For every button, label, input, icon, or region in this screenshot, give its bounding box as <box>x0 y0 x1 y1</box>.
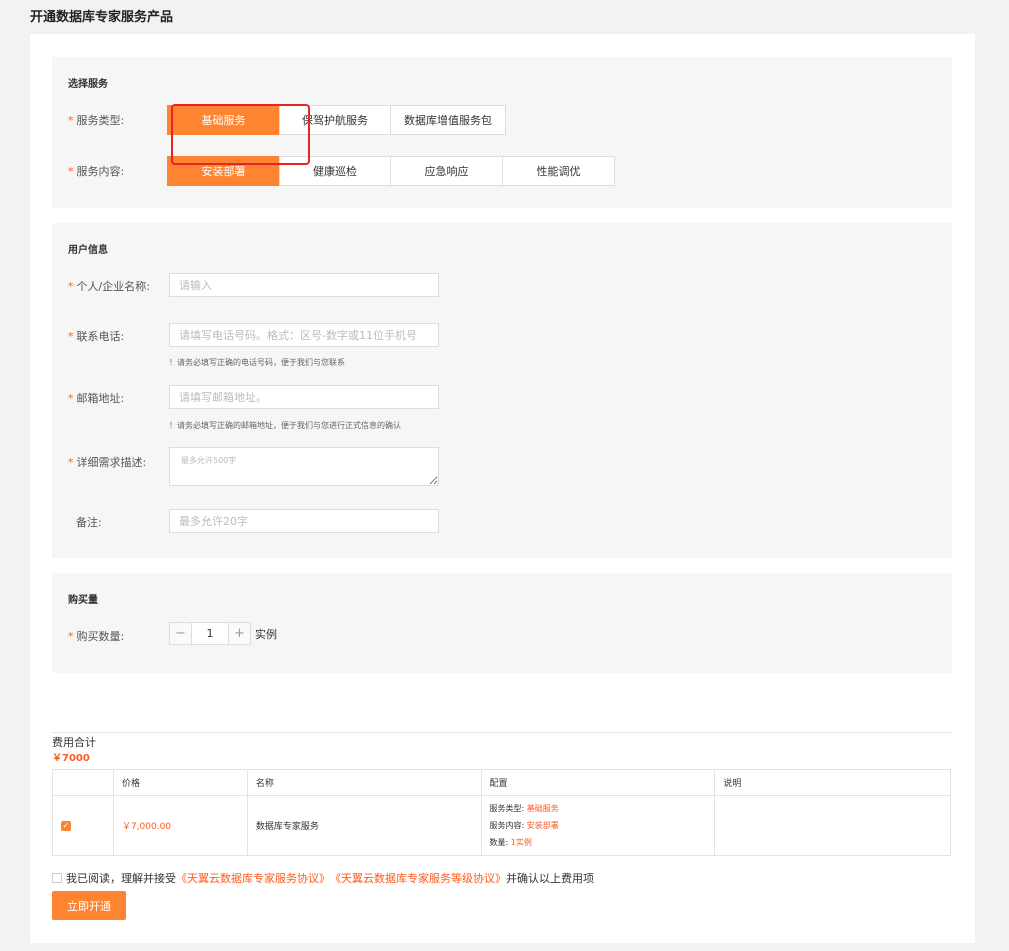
config-type-value: 基础服务 <box>526 804 559 813</box>
row-name: 数据库专家服务 <box>246 795 482 856</box>
row-price: ￥7,000.00 <box>112 795 248 856</box>
phone-input[interactable] <box>169 323 439 347</box>
minus-button[interactable]: − <box>169 622 192 645</box>
agreement-suffix: 并确认以上费用项 <box>506 872 594 885</box>
email-label: * 邮箱地址: <box>68 392 125 405</box>
row-checkbox-cell: ✓ <box>52 795 114 856</box>
purchase-title: 购买量 <box>68 595 98 606</box>
divider <box>52 732 952 733</box>
cost-table: 价格 名称 配置 说明 ✓ ￥7,000.00 数据库专家服务 服务类型: 基础… <box>52 769 951 856</box>
cost-label: 费用合计 <box>52 736 96 749</box>
service-content-inspect[interactable]: 健康巡检 <box>279 156 391 186</box>
config-content-label: 服务内容: <box>489 821 525 830</box>
config-type-label: 服务类型: <box>489 804 525 813</box>
service-content-install[interactable]: 安装部署 <box>167 156 280 186</box>
service-type-group: 基础服务 保驾护航服务 数据库增值服务包 <box>167 105 506 135</box>
page-title: 开通数据库专家服务产品 <box>30 10 174 25</box>
name-label: * 个人/企业名称: <box>68 280 150 293</box>
table-header-row: 价格 名称 配置 说明 <box>52 769 951 796</box>
header-checkbox-col <box>52 769 114 796</box>
select-service-section: 选择服务 * 服务类型: 基础服务 保驾护航服务 数据库增值服务包 * 服务内容: … <box>52 57 952 208</box>
phone-label: * 联系电话: <box>68 330 125 343</box>
table-row: ✓ ￥7,000.00 数据库专家服务 服务类型: 基础服务 服务内容: 安装部… <box>52 795 951 856</box>
name-input[interactable] <box>169 273 439 297</box>
quantity-label: * 购买数量: <box>68 630 125 643</box>
sla-agreement-link[interactable]: 《天翼云数据库专家服务等级协议》 <box>330 870 506 886</box>
header-price: 价格 <box>112 769 248 796</box>
email-hint: ！请务必填写正确的邮箱地址，便于我们与您进行正式信息的确认 <box>169 421 401 430</box>
service-type-escort[interactable]: 保驾护航服务 <box>279 105 391 135</box>
header-note: 说明 <box>714 769 951 796</box>
row-config: 服务类型: 基础服务 服务内容: 安装部署 数量: 1实例 <box>480 795 716 856</box>
main-card: 选择服务 * 服务类型: 基础服务 保驾护航服务 数据库增值服务包 * 服务内容: … <box>30 34 975 943</box>
service-content-tuning[interactable]: 性能调优 <box>502 156 615 186</box>
row-note <box>714 795 951 856</box>
agreement-prefix: 我已阅读，理解并接受 <box>66 872 176 885</box>
phone-hint: ！请务必填写正确的电话号码，便于我们与您联系 <box>169 358 345 367</box>
row-checkbox[interactable]: ✓ <box>61 820 71 831</box>
submit-button[interactable]: 立即开通 <box>52 891 126 920</box>
email-input[interactable] <box>169 385 439 409</box>
quantity-unit: 实例 <box>255 627 277 641</box>
service-content-label: * 服务内容: <box>68 165 125 178</box>
agreement-checkbox[interactable] <box>52 873 62 883</box>
description-textarea[interactable] <box>169 447 439 486</box>
quantity-value[interactable]: 1 <box>192 622 228 645</box>
service-content-group: 安装部署 健康巡检 应急响应 性能调优 <box>167 156 615 186</box>
service-type-basic[interactable]: 基础服务 <box>167 105 280 135</box>
user-info-title: 用户信息 <box>68 245 108 256</box>
config-qty-label: 数量: <box>489 838 509 847</box>
agreement-row: 我已阅读，理解并接受 《天翼云数据库专家服务协议》 《天翼云数据库专家服务等级协… <box>52 870 594 886</box>
description-label: * 详细需求描述: <box>68 456 147 469</box>
service-type-label: * 服务类型: <box>68 114 125 127</box>
user-info-section: 用户信息 *个人/企业名称: *联系电话: ！请务必填写正确的电话号码，便于我们… <box>52 223 952 558</box>
cost-total: ￥7000 <box>52 753 90 764</box>
header-config: 配置 <box>480 769 716 796</box>
config-content-value: 安装部署 <box>526 821 559 830</box>
remark-label: 备注: <box>76 516 102 529</box>
plus-button[interactable]: + <box>228 622 251 645</box>
service-type-value-pack[interactable]: 数据库增值服务包 <box>390 105 506 135</box>
service-agreement-link[interactable]: 《天翼云数据库专家服务协议》 <box>176 870 330 886</box>
header-name: 名称 <box>246 769 482 796</box>
select-service-title: 选择服务 <box>68 79 108 90</box>
service-content-emergency[interactable]: 应急响应 <box>390 156 503 186</box>
quantity-stepper: − 1 + 实例 <box>169 622 277 645</box>
config-qty-value: 1实例 <box>510 838 532 847</box>
remark-input[interactable] <box>169 509 439 533</box>
purchase-section: 购买量 * 购买数量: − 1 + 实例 <box>52 573 952 673</box>
